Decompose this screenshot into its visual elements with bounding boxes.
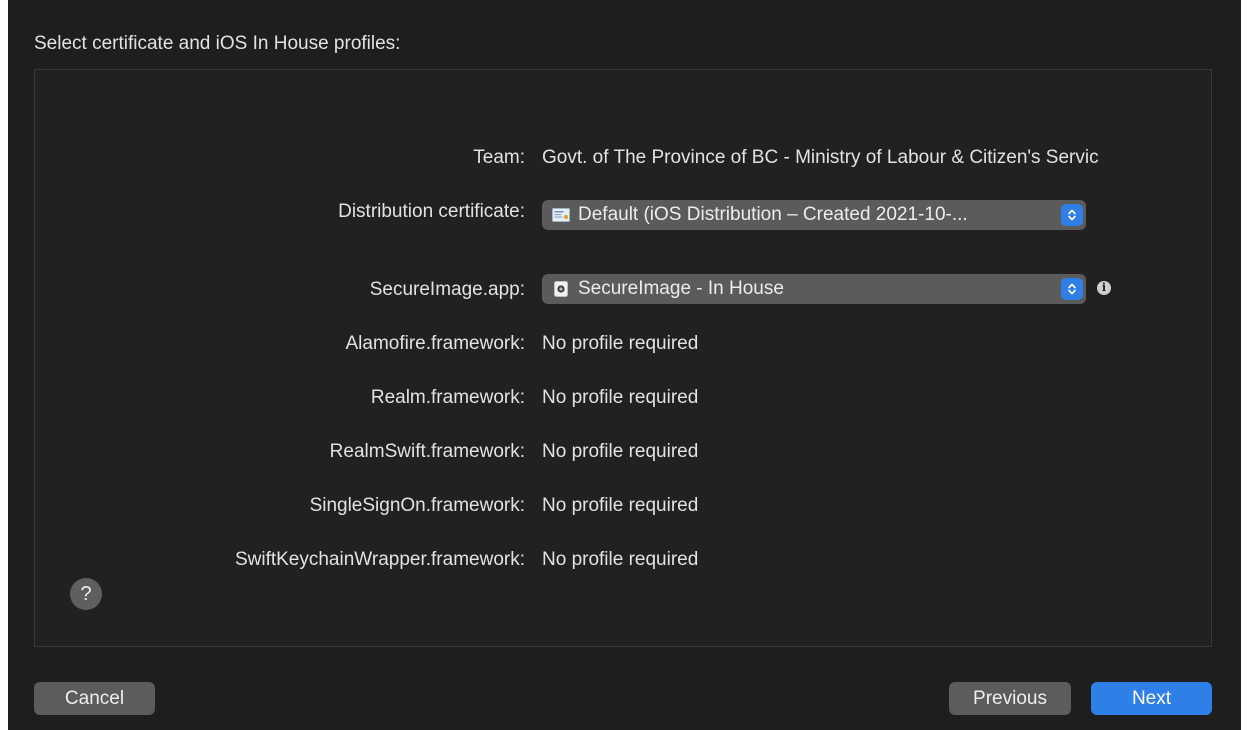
framework-label: Alamofire.framework:	[345, 333, 526, 354]
signing-options-panel: Team: Govt. of The Province of BC - Mini…	[34, 69, 1212, 647]
framework-label: Realm.framework:	[370, 387, 525, 408]
certificate-icon	[552, 207, 570, 223]
next-button[interactable]: Next	[1091, 682, 1212, 715]
framework-label: RealmSwift.framework:	[329, 441, 525, 462]
framework-value: No profile required	[542, 495, 699, 516]
distribution-certificate-popup[interactable]: Default (iOS Distribution – Created 2021…	[542, 200, 1086, 230]
framework-value: No profile required	[542, 333, 699, 354]
cancel-button[interactable]: Cancel	[34, 682, 155, 715]
framework-value: No profile required	[542, 549, 699, 570]
info-icon[interactable]: i	[1097, 281, 1111, 295]
distribution-certificate-value: Default (iOS Distribution – Created 2021…	[578, 204, 968, 225]
team-label: Team:	[473, 147, 525, 168]
framework-label: SingleSignOn.framework:	[309, 495, 525, 516]
chevron-up-down-icon	[1061, 204, 1083, 226]
app-profile-popup[interactable]: SecureImage - In House	[542, 274, 1086, 304]
help-button[interactable]: ?	[70, 578, 102, 610]
framework-value: No profile required	[542, 387, 699, 408]
provisioning-profile-icon	[552, 281, 570, 297]
sheet-title: Select certificate and iOS In House prof…	[34, 33, 401, 54]
team-value: Govt. of The Province of BC - Ministry o…	[542, 147, 1099, 168]
framework-label: SwiftKeychainWrapper.framework:	[234, 549, 525, 570]
window-edge	[1241, 0, 1250, 730]
app-profile-value: SecureImage - In House	[578, 278, 784, 299]
distribution-certificate-label: Distribution certificate:	[338, 201, 525, 222]
previous-button[interactable]: Previous	[949, 682, 1071, 715]
export-options-sheet: Select certificate and iOS In House prof…	[8, 0, 1241, 730]
framework-value: No profile required	[542, 441, 699, 462]
app-label: SecureImage.app:	[369, 279, 525, 300]
chevron-up-down-icon	[1061, 278, 1083, 300]
